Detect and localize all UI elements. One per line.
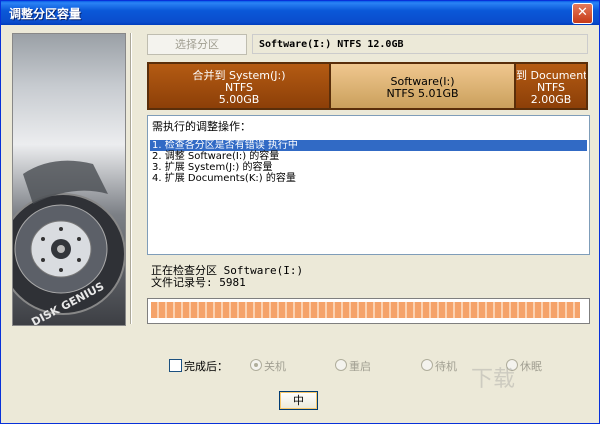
partition-size: 5.00GB	[218, 93, 260, 106]
partition-info: Software(I:) NTFS 12.0GB	[252, 34, 588, 54]
progress-fill	[151, 302, 580, 318]
status-text: 正在检查分区 Software(I:) 文件记录号: 5981	[151, 265, 303, 289]
partition-software[interactable]: Software(I:) NTFS 5.01GB	[331, 64, 514, 108]
status-line-2: 文件记录号: 5981	[151, 276, 246, 289]
resize-partition-dialog: 调整分区容量 ✕ DISK GENIUS 选择分区 Software(I:) N…	[0, 0, 600, 424]
stop-button[interactable]: 中	[279, 391, 318, 410]
radio-shutdown-label: 关机	[264, 360, 286, 373]
partition-system[interactable]: 合并到 System(J:) NTFS 5.00GB	[149, 64, 329, 108]
watermark: 下载	[471, 367, 516, 392]
after-done-label: 完成后：	[184, 360, 228, 373]
vertical-divider	[130, 33, 132, 324]
partition-size: NTFS 5.01GB	[386, 87, 459, 100]
partition-size: 2.00GB	[530, 93, 572, 106]
after-done-checkbox[interactable]	[169, 359, 182, 372]
select-partition-button[interactable]: 选择分区	[147, 34, 247, 55]
radio-standby-label: 待机	[435, 360, 457, 373]
partition-documents[interactable]: 到 Document NTFS 2.00GB	[516, 64, 586, 108]
progress-bar	[147, 298, 590, 324]
list-item[interactable]: 3. 扩展 System(J:) 的容量	[150, 162, 587, 173]
radio-standby[interactable]	[421, 359, 433, 371]
radio-shutdown[interactable]	[250, 359, 262, 371]
partition-bar: 合并到 System(J:) NTFS 5.00GB Software(I:) …	[147, 62, 588, 110]
title-bar: 调整分区容量 ✕	[1, 1, 599, 25]
radio-restart[interactable]	[335, 359, 347, 371]
disk-genius-banner: DISK GENIUS	[12, 33, 126, 326]
hard-disk-icon: DISK GENIUS	[13, 160, 125, 325]
list-item[interactable]: 4. 扩展 Documents(K:) 的容量	[150, 173, 587, 184]
radio-hibernate-label: 休眠	[520, 360, 542, 373]
operations-title: 需执行的调整操作：	[152, 120, 251, 133]
list-item[interactable]: 1. 检查各分区是否有错误 执行中	[150, 140, 587, 151]
operations-list: 需执行的调整操作： 1. 检查各分区是否有错误 执行中 2. 调整 Softwa…	[147, 115, 590, 255]
radio-restart-label: 重启	[349, 360, 371, 373]
close-button[interactable]: ✕	[572, 3, 593, 24]
list-item[interactable]: 2. 调整 Software(I:) 的容量	[150, 151, 587, 162]
window-title: 调整分区容量	[9, 7, 82, 21]
